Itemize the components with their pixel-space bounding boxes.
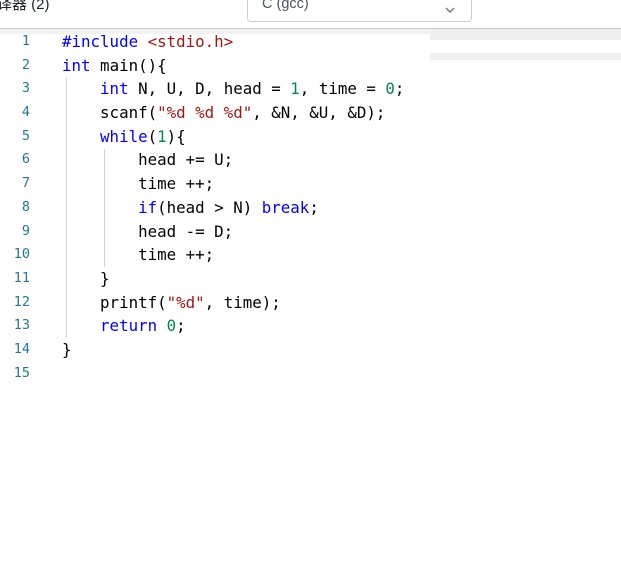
line-number: 11	[13, 269, 30, 286]
code-editor[interactable]: 1 #include <stdio.h> 2 int main(){3 int N, …	[0, 30, 621, 385]
language-select[interactable]: C (gcc)	[247, 0, 472, 22]
line-number: 8	[21, 198, 30, 215]
code-text[interactable]: }	[30, 338, 621, 362]
line-number: 15	[13, 364, 30, 381]
line-number: 14	[13, 340, 30, 357]
line-number: 12	[13, 293, 30, 310]
line-number: 4	[21, 104, 30, 121]
code-text[interactable]: head -= D;	[30, 220, 621, 244]
indent-guide	[66, 77, 67, 339]
code-line[interactable]: 4 scanf("%d %d %d", &N, &U, &D);	[0, 101, 621, 125]
code-line[interactable]: 8 if(head > N) break;	[0, 196, 621, 220]
code-text[interactable]: }	[30, 267, 621, 291]
code-text[interactable]: time ++;	[30, 172, 621, 196]
code-text[interactable]: head += U;	[30, 148, 621, 172]
code-text[interactable]: int N, U, D, head = 1, time = 0;	[30, 77, 621, 101]
code-text[interactable]: time ++;	[30, 243, 621, 267]
line-number: 13	[13, 317, 30, 334]
indent-guide	[104, 148, 105, 267]
code-line[interactable]: 1 #include <stdio.h>	[0, 30, 621, 54]
line-number: 10	[13, 246, 30, 263]
line-number: 9	[21, 222, 30, 239]
code-text[interactable]: while(1){	[30, 125, 621, 149]
language-select-value: C (gcc)	[262, 0, 309, 12]
line-number: 7	[21, 175, 30, 192]
code-text[interactable]: scanf("%d %d %d", &N, &U, &D);	[30, 101, 621, 125]
line-number: 6	[21, 151, 30, 168]
line-number: 2	[21, 56, 30, 73]
code-line[interactable]: 11 }	[0, 267, 621, 291]
code-line[interactable]: 9 head -= D;	[0, 220, 621, 244]
code-text[interactable]: printf("%d", time);	[30, 291, 621, 315]
code-line[interactable]: 15	[0, 362, 621, 386]
chevron-down-icon	[445, 1, 455, 13]
code-line[interactable]: 10 time ++;	[0, 243, 621, 267]
code-text[interactable]: int main(){	[30, 54, 621, 78]
code-line[interactable]: 5 while(1){	[0, 125, 621, 149]
code-line[interactable]: 2 int main(){	[0, 54, 621, 78]
line-number: 3	[21, 80, 30, 97]
code-line[interactable]: 12 printf("%d", time);	[0, 291, 621, 315]
code-text[interactable]: if(head > N) break;	[30, 196, 621, 220]
code-line[interactable]: 7 time ++;	[0, 172, 621, 196]
code-line[interactable]: 3 int N, U, D, head = 1, time = 0;	[0, 77, 621, 101]
code-text[interactable]: return 0;	[30, 314, 621, 338]
code-line[interactable]: 14}	[0, 338, 621, 362]
code-text[interactable]: #include <stdio.h>	[30, 30, 621, 54]
code-text[interactable]	[30, 362, 621, 386]
code-line[interactable]: 13 return 0;	[0, 314, 621, 338]
compiler-tab-label: 编译器 (2)	[0, 0, 50, 13]
line-number: 1	[21, 33, 30, 49]
line-number: 5	[21, 127, 30, 144]
code-line[interactable]: 6 head += U;	[0, 148, 621, 172]
